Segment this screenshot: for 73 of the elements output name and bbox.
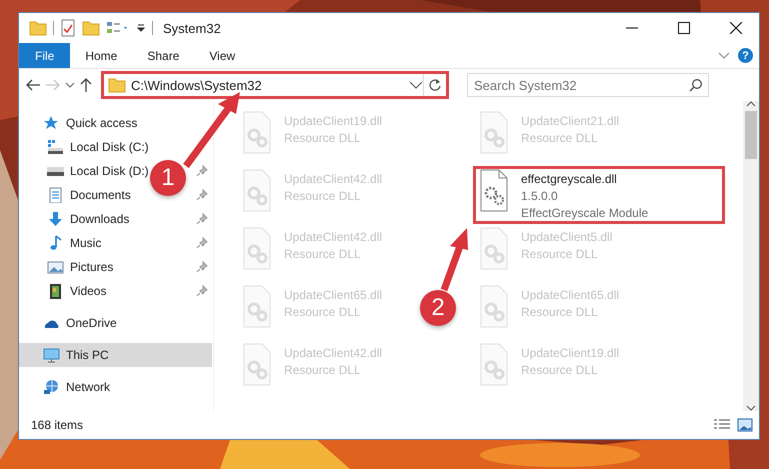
properties-icon[interactable] [60, 19, 76, 37]
drive-icon [47, 139, 64, 155]
file-detail: Resource DLL [284, 189, 362, 203]
file-detail: Resource DLL [521, 131, 599, 145]
film-icon [47, 283, 64, 299]
file-detail: Resource DLL [284, 363, 362, 377]
file-name: UpdateClient42.dll [284, 172, 382, 186]
pin-icon[interactable] [196, 261, 208, 273]
sidebar-item[interactable]: Local Disk (D:) [19, 159, 149, 183]
sidebar-item[interactable]: Downloads [19, 207, 130, 231]
sidebar-item[interactable]: Music [19, 231, 102, 255]
download-arrow-icon [47, 211, 64, 227]
pin-icon[interactable] [196, 285, 208, 297]
file-detail: Resource DLL [284, 305, 362, 319]
pin-icon[interactable] [196, 165, 208, 177]
sidebar-item[interactable]: Network [19, 375, 110, 399]
file-name: UpdateClient21.dll [521, 114, 620, 128]
window-title: System32 [163, 20, 222, 36]
scroll-down-icon[interactable] [746, 405, 756, 411]
ribbon-tab[interactable]: Home [70, 43, 132, 68]
file-detail: Resource DLL [521, 305, 599, 319]
address-bar[interactable]: C:\Windows\System32 [101, 71, 449, 99]
sidebar-item[interactable]: Videos [19, 279, 106, 303]
refresh-icon [428, 78, 442, 92]
monitor-icon [43, 347, 60, 363]
back-arrow-icon[interactable] [25, 78, 41, 92]
up-arrow-icon[interactable] [79, 77, 93, 93]
document-icon [47, 187, 64, 203]
file-detail: EffectGreyscale Module [521, 206, 648, 220]
sidebar-item[interactable]: OneDrive [19, 311, 117, 335]
sidebar-item[interactable]: Documents [19, 183, 131, 207]
file-name: UpdateClient5.dll [521, 230, 612, 244]
scroll-thumb[interactable] [745, 111, 757, 159]
file-name: UpdateClient42.dll [284, 346, 382, 360]
forward-arrow-icon [45, 78, 61, 92]
pin-icon[interactable] [196, 213, 208, 225]
file-name: UpdateClient19.dll [521, 346, 620, 360]
scroll-up-icon[interactable] [746, 101, 756, 107]
file-name: UpdateClient42.dll [284, 230, 382, 244]
file-name: UpdateClient65.dll [521, 288, 620, 302]
chevron-down-icon[interactable] [718, 52, 730, 59]
ribbon-tab[interactable]: View [194, 43, 250, 68]
sidebar-item[interactable]: This PC [19, 343, 212, 367]
file-item[interactable]: effectgreyscale.dll 1.5.0.0 EffectGreyscale Module [473, 166, 725, 224]
file-detail: 1.5.0.0 [521, 189, 559, 203]
ribbon-tab[interactable]: File [19, 43, 70, 68]
file-detail: Resource DLL [521, 247, 599, 261]
close-icon [730, 22, 742, 34]
sidebar-item[interactable]: Pictures [19, 255, 114, 279]
file-name: UpdateClient65.dll [284, 288, 382, 302]
pin-icon[interactable] [196, 189, 208, 201]
chevron-down-icon[interactable] [409, 81, 423, 89]
maximize-icon [678, 22, 690, 34]
pin-icon[interactable] [196, 237, 208, 249]
sidebar-item[interactable]: Quick access [19, 111, 138, 135]
help-button[interactable]: ? [738, 48, 753, 63]
address-path: C:\Windows\System32 [131, 78, 263, 92]
file-detail: Resource DLL [521, 363, 599, 377]
item-count: 168 items [31, 418, 84, 432]
sidebar-item[interactable]: Local Disk (C:) [19, 135, 149, 159]
chevron-down-icon[interactable] [65, 82, 75, 88]
network-globe-icon [43, 379, 60, 395]
picture-icon [47, 259, 64, 275]
drive-icon [47, 166, 64, 176]
file-name: UpdateClient19.dll [284, 114, 382, 128]
folder-icon [108, 76, 126, 94]
file-detail: Resource DLL [284, 247, 362, 261]
file-detail: Resource DLL [284, 131, 362, 145]
large-icons-view-icon[interactable] [737, 418, 753, 432]
scrollbar[interactable] [743, 101, 759, 411]
ribbon-tab[interactable]: Share [132, 43, 194, 68]
star-icon [43, 115, 60, 131]
file-name: effectgreyscale.dll [521, 172, 618, 186]
